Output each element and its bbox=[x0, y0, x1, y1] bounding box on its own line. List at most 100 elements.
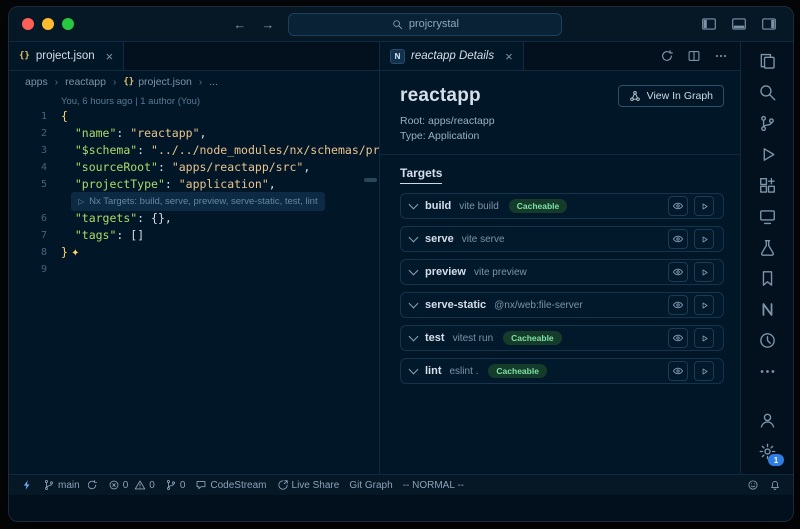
target-show-config-button[interactable] bbox=[668, 361, 688, 381]
close-tab-icon[interactable]: × bbox=[505, 50, 513, 63]
chevron-down-icon[interactable] bbox=[409, 200, 419, 210]
status-git-branch[interactable]: main bbox=[38, 475, 103, 495]
tab-reactapp-details[interactable]: N reactapp Details × bbox=[380, 42, 524, 70]
activity-remote-explorer-icon[interactable] bbox=[752, 204, 782, 229]
target-run-button[interactable] bbox=[694, 295, 714, 315]
code-line[interactable]: 9 bbox=[9, 261, 379, 278]
command-center-search[interactable]: projcrystal bbox=[288, 13, 562, 36]
activity-extensions-icon[interactable] bbox=[752, 173, 782, 198]
target-row-lint[interactable]: linteslint .Cacheable bbox=[400, 358, 724, 384]
close-tab-icon[interactable]: × bbox=[106, 50, 114, 63]
status-segment: -- NORMAL -- bbox=[403, 480, 464, 491]
zoom-window-button[interactable] bbox=[62, 18, 74, 30]
activity-timeline-icon[interactable] bbox=[752, 328, 782, 353]
status-feedback[interactable] bbox=[742, 475, 764, 495]
view-in-graph-button[interactable]: View In Graph bbox=[618, 85, 724, 107]
toggle-panel-icon[interactable] bbox=[731, 16, 747, 32]
status-fork-count[interactable]: 0 bbox=[160, 475, 191, 495]
target-run-button[interactable] bbox=[694, 229, 714, 249]
codelens-annotation[interactable]: You, 6 hours ago | 1 author (You) bbox=[9, 94, 379, 108]
minimize-window-button[interactable] bbox=[42, 18, 54, 30]
chevron-down-icon[interactable] bbox=[409, 233, 419, 243]
code-line[interactable]: 6 "targets": {}, bbox=[9, 210, 379, 227]
activity-explorer-icon[interactable] bbox=[752, 49, 782, 74]
target-show-config-button[interactable] bbox=[668, 328, 688, 348]
code-line[interactable]: 4 "sourceRoot": "apps/reactapp/src", bbox=[9, 159, 379, 176]
target-row-serve-static[interactable]: serve-static@nx/web:file-server bbox=[400, 292, 724, 318]
scrollbar-thumb[interactable] bbox=[364, 178, 377, 182]
nx-targets-hint-pill[interactable]: ▷Nx Targets: build, serve, preview, serv… bbox=[71, 192, 325, 211]
target-row-build[interactable]: buildvite buildCacheable bbox=[400, 193, 724, 219]
codelens-text: You, 6 hours ago | 1 author (You) bbox=[61, 93, 200, 110]
breadcrumb-label: reactapp bbox=[65, 76, 106, 88]
activity-testing-icon[interactable] bbox=[752, 235, 782, 260]
breadcrumb-item[interactable]: reactapp bbox=[65, 76, 106, 88]
target-command: vite serve bbox=[462, 234, 505, 245]
chevron-down-icon[interactable] bbox=[409, 266, 419, 276]
activity-accounts-icon[interactable] bbox=[752, 408, 782, 433]
activity-search-icon[interactable] bbox=[752, 80, 782, 105]
target-row-preview[interactable]: previewvite preview bbox=[400, 259, 724, 285]
code-line[interactable]: 7 "tags": [] bbox=[9, 227, 379, 244]
breadcrumb-item[interactable]: apps bbox=[25, 76, 48, 88]
target-show-config-button[interactable] bbox=[668, 196, 688, 216]
codestream-icon bbox=[195, 479, 207, 491]
status-vim-mode[interactable]: -- NORMAL -- bbox=[398, 475, 469, 495]
target-run-button[interactable] bbox=[694, 262, 714, 282]
target-show-config-button[interactable] bbox=[668, 262, 688, 282]
code-line[interactable]: 2 "name": "reactapp", bbox=[9, 125, 379, 142]
status-remote[interactable] bbox=[16, 475, 38, 495]
target-run-button[interactable] bbox=[694, 328, 714, 348]
notification-badge: 1 bbox=[768, 454, 784, 466]
activity-source-control-icon[interactable] bbox=[752, 111, 782, 136]
activity-bookmarks-icon[interactable] bbox=[752, 266, 782, 291]
code-line[interactable]: 3 "$schema": "../../node_modules/nx/sche… bbox=[9, 142, 379, 159]
breadcrumb-item[interactable]: ... bbox=[209, 76, 218, 88]
nx-targets-hint[interactable]: ▷Nx Targets: build, serve, preview, serv… bbox=[9, 193, 379, 210]
breadcrumb[interactable]: apps›reactapp›{}project.json›... bbox=[9, 71, 379, 93]
activity-settings-icon[interactable]: 1 bbox=[752, 439, 782, 464]
breadcrumb-separator: › bbox=[55, 77, 58, 88]
chevron-down-icon[interactable] bbox=[409, 365, 419, 375]
target-show-config-button[interactable] bbox=[668, 295, 688, 315]
more-actions-icon[interactable] bbox=[714, 49, 728, 63]
target-row-test[interactable]: testvitest runCacheable bbox=[400, 325, 724, 351]
status-notifications[interactable] bbox=[764, 475, 786, 495]
code-line[interactable]: 1{ bbox=[9, 108, 379, 125]
chevron-down-icon[interactable] bbox=[409, 299, 419, 309]
status-problems[interactable]: 00 bbox=[103, 475, 160, 495]
tab-project-json[interactable]: {} project.json × bbox=[9, 42, 124, 70]
status-segment bbox=[747, 479, 759, 491]
activity-run-debug-icon[interactable] bbox=[752, 142, 782, 167]
code-line[interactable]: 5 "projectType": "application", bbox=[9, 176, 379, 193]
status-live-share[interactable]: Live Share bbox=[272, 475, 345, 495]
status-label: 0 bbox=[180, 480, 186, 491]
smiley-icon bbox=[747, 479, 759, 491]
project-details-panel: reactapp View In Graph Root: apps/reacta… bbox=[380, 71, 740, 474]
target-name: serve bbox=[425, 233, 454, 245]
target-show-config-button[interactable] bbox=[668, 229, 688, 249]
chevron-down-icon[interactable] bbox=[409, 332, 419, 342]
status-git-graph[interactable]: Git Graph bbox=[344, 475, 397, 495]
toggle-primary-sidebar-icon[interactable] bbox=[701, 16, 717, 32]
status-segment: 0 bbox=[108, 479, 129, 491]
line-number: 7 bbox=[9, 227, 61, 244]
target-run-button[interactable] bbox=[694, 361, 714, 381]
target-run-button[interactable] bbox=[694, 196, 714, 216]
breadcrumb-item[interactable]: {}project.json bbox=[123, 76, 192, 88]
status-segment bbox=[21, 479, 33, 491]
split-editor-icon[interactable] bbox=[687, 49, 701, 63]
toggle-secondary-sidebar-icon[interactable] bbox=[761, 16, 777, 32]
navigate-forward-button[interactable]: → bbox=[261, 17, 274, 32]
activity-nx-console-icon[interactable] bbox=[752, 297, 782, 322]
activity-more-icon[interactable] bbox=[752, 359, 782, 384]
close-window-button[interactable] bbox=[22, 18, 34, 30]
navigate-back-button[interactable]: ← bbox=[233, 17, 246, 32]
line-number: 3 bbox=[9, 142, 61, 159]
target-row-serve[interactable]: serve vite serve bbox=[400, 226, 724, 252]
refresh-icon[interactable] bbox=[660, 49, 674, 63]
status-codestream[interactable]: CodeStream bbox=[190, 475, 271, 495]
code-editor[interactable]: You, 6 hours ago | 1 author (You)1{2 "na… bbox=[9, 93, 379, 474]
code-line-content: } ✦ bbox=[61, 244, 80, 262]
code-line[interactable]: 8} ✦ bbox=[9, 244, 379, 261]
